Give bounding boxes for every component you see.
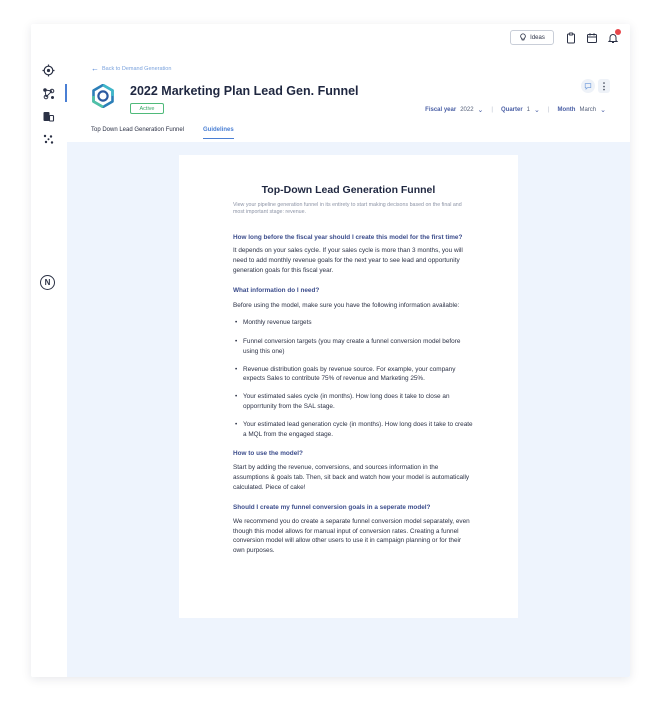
- list-item: Your estimated sales cycle (in months). …: [233, 392, 473, 412]
- question-heading: What information do I need?: [233, 287, 320, 295]
- document-title: Top-Down Lead Generation Funnel: [261, 184, 436, 196]
- chevron-down-icon[interactable]: ⌄: [600, 106, 606, 114]
- sparkle-icon[interactable]: [42, 133, 55, 146]
- ideas-button[interactable]: Ideas: [510, 30, 554, 45]
- campaign-icon[interactable]: [42, 110, 55, 123]
- question-heading: How to use the model?: [233, 450, 303, 458]
- list-item: Your estimated lead generation cycle (in…: [233, 420, 473, 440]
- main-content: Top-Down Lead Generation Funnel View you…: [67, 142, 630, 677]
- list-item: Funnel conversion targets (you may creat…: [233, 337, 473, 357]
- clipboard-icon[interactable]: [565, 31, 577, 44]
- document-subtitle: View your pipeline generation funnel in …: [233, 202, 462, 216]
- back-link[interactable]: ← Back to Demand Generation: [91, 64, 171, 73]
- back-link-label: Back to Demand Generation: [102, 65, 172, 72]
- divider: |: [547, 107, 550, 113]
- divider: |: [491, 107, 493, 113]
- app-window: Ideas N ← Back to Demand Generation 2022…: [31, 24, 630, 677]
- lightbulb-icon: [519, 32, 527, 43]
- month-select[interactable]: March: [579, 107, 596, 113]
- quarter-label: Quarter: [500, 107, 523, 113]
- top-bar: Ideas: [31, 24, 630, 52]
- comment-button[interactable]: [581, 79, 595, 93]
- list-item: Monthly revenue targets: [233, 318, 473, 328]
- left-sidebar: N: [31, 51, 68, 677]
- tab-guidelines[interactable]: Guidelines: [203, 127, 234, 139]
- list-item: Revenue distribution goals by revenue so…: [233, 365, 473, 385]
- fiscal-year-select[interactable]: 2022: [460, 107, 473, 113]
- quarter-select[interactable]: 1: [527, 107, 530, 113]
- guidelines-document: Top-Down Lead Generation Funnel View you…: [179, 155, 518, 618]
- funnel-nodes-icon[interactable]: [42, 87, 55, 100]
- document-body: How long before the fiscal year should I…: [233, 233, 473, 556]
- question-heading: How long before the fiscal year should I…: [233, 234, 463, 241]
- plan-logo: [91, 83, 115, 109]
- more-options-button[interactable]: ⋮: [598, 79, 610, 93]
- bell-icon[interactable]: [607, 29, 621, 43]
- arrow-left-icon: ←: [91, 64, 99, 73]
- target-icon[interactable]: [42, 64, 55, 77]
- calendar-icon[interactable]: [586, 31, 598, 43]
- month-label: Month: [557, 107, 576, 113]
- user-avatar[interactable]: N: [40, 275, 55, 290]
- ideas-label: Ideas: [530, 34, 545, 41]
- notification-dot: [615, 29, 621, 35]
- page-title: 2022 Marketing Plan Lead Gen. Funnel: [130, 84, 359, 98]
- chevron-down-icon[interactable]: ⌄: [478, 106, 484, 114]
- answer-paragraph: Before using the model, make sure you ha…: [233, 302, 460, 310]
- answer-paragraph: Start by adding the revenue, conversions…: [233, 464, 470, 491]
- plan-header: ← Back to Demand Generation 2022 Marketi…: [67, 51, 630, 143]
- comment-icon: [584, 83, 592, 90]
- tab-top-down-funnel[interactable]: Top Down Lead Generation Funnel: [91, 127, 184, 138]
- answer-paragraph: It depends on your sales cycle. If your …: [233, 247, 463, 274]
- period-filters: Fiscal year 2022 ⌄ | Quarter 1 ⌄ | Month…: [425, 106, 606, 114]
- status-badge: Active: [130, 103, 164, 114]
- fiscal-year-label: Fiscal year: [425, 107, 457, 113]
- question-heading: Should I create my funnel conversion goa…: [233, 503, 431, 511]
- chevron-down-icon[interactable]: ⌄: [534, 106, 540, 114]
- answer-paragraph: We recommend you do create a separate fu…: [233, 517, 470, 555]
